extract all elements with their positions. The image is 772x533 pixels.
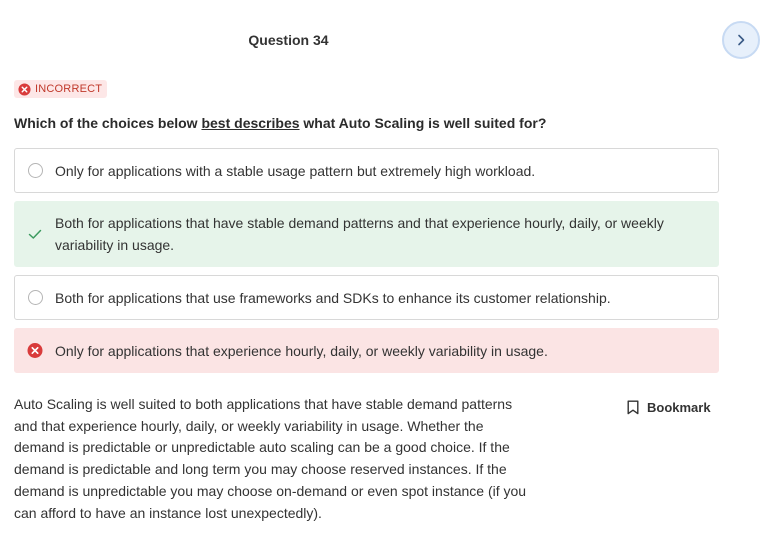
next-question-button[interactable]: [722, 21, 760, 59]
status-badge: INCORRECT: [14, 80, 108, 98]
answer-option[interactable]: Both for applications that use framework…: [14, 275, 719, 320]
checkmark-icon: [27, 226, 43, 242]
quiz-review-page: Question 34 INCORRECT Which of the choic…: [0, 0, 772, 533]
option-text: Only for applications with a stable usag…: [55, 162, 536, 179]
radio-button[interactable]: [27, 163, 43, 179]
question-text: Which of the choices below best describe…: [14, 115, 714, 131]
option-text: Both for applications that have stable d…: [55, 215, 664, 253]
question-emphasis: best describes: [201, 115, 300, 131]
answer-option-correct[interactable]: Both for applications that have stable d…: [14, 201, 719, 267]
answer-option[interactable]: Only for applications with a stable usag…: [14, 148, 719, 193]
option-text: Both for applications that use framework…: [55, 289, 611, 306]
question-title: Question 34: [248, 32, 329, 48]
answer-options: Only for applications with a stable usag…: [14, 148, 719, 381]
question-prefix: Which of the choices below: [14, 115, 202, 131]
x-circle-icon: [18, 82, 31, 96]
answer-option-selected-incorrect[interactable]: Only for applications that experience ho…: [14, 328, 719, 373]
status-label: INCORRECT: [35, 83, 103, 95]
radio-circle-icon: [27, 290, 43, 305]
radio-button[interactable]: [27, 290, 43, 306]
bookmark-button[interactable]: Bookmark: [627, 400, 711, 415]
chevron-right-icon: [738, 34, 745, 46]
explanation-text: Auto Scaling is well suited to both appl…: [14, 396, 527, 521]
radio-circle-icon: [27, 163, 43, 178]
option-text: Only for applications that experience ho…: [55, 342, 548, 359]
bookmark-label: Bookmark: [647, 400, 711, 415]
bookmark-icon: [627, 400, 639, 415]
x-circle-icon: [27, 343, 43, 359]
question-suffix: what Auto Scaling is well suited for?: [299, 115, 547, 131]
